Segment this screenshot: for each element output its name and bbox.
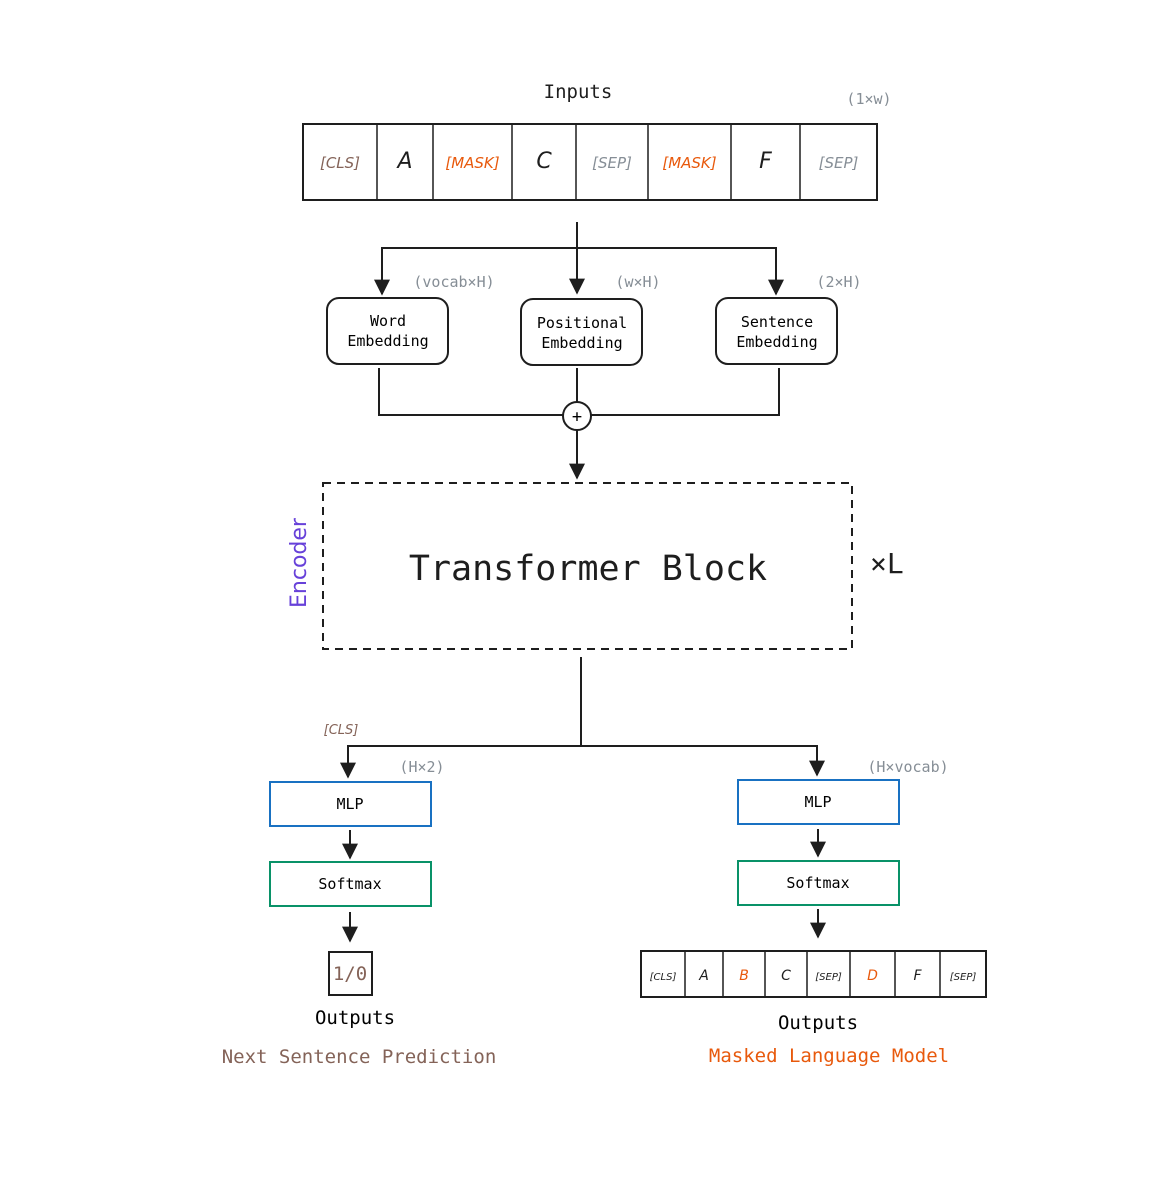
mlm-output-row-frame <box>640 950 987 998</box>
input-token: [MASK] <box>662 154 716 172</box>
nsp-task-label: Next Sentence Prediction <box>222 1046 497 1068</box>
sentence-embedding-label-2: Embedding <box>736 333 817 351</box>
mlm-mlp-label: MLP <box>804 793 831 811</box>
bert-diagram: Inputs (1×w) [CLS] A [MASK] C [SEP] [MASK] F [S… <box>222 81 987 1068</box>
input-token: [MASK] <box>445 154 499 172</box>
nsp-dim: (H×2) <box>399 758 444 776</box>
plus-icon: + <box>572 407 582 427</box>
mlm-output-token: B <box>739 968 749 984</box>
input-token-row: [CLS] A [MASK] C [SEP] [MASK] F [SEP] <box>302 123 878 201</box>
mlm-mlp-box: MLP <box>737 779 900 825</box>
input-token: F <box>759 149 772 174</box>
input-token: A <box>395 149 412 174</box>
mlm-output-token-row: [CLS] A B C [SEP] D F [SEP] <box>640 950 987 998</box>
sum-node: + <box>562 401 592 431</box>
sentence-embedding-label-1: Sentence <box>741 313 813 331</box>
inputs-title: Inputs <box>544 81 613 103</box>
mlm-output-token: [CLS] <box>650 972 677 983</box>
word-embedding-box: Word Embedding (vocab×H) <box>326 273 495 365</box>
transformer-block-label: Transformer Block <box>409 549 767 589</box>
nsp-outputs-label: Outputs <box>315 1007 395 1029</box>
mlm-output-token: D <box>867 968 878 984</box>
input-row-frame <box>302 123 878 201</box>
positional-embedding-dim: (w×H) <box>615 273 660 291</box>
word-embedding-label-2: Embedding <box>347 332 428 350</box>
word-embedding-label-1: Word <box>370 312 406 330</box>
sentence-embedding-dim: (2×H) <box>816 273 861 291</box>
mlm-softmax-box: Softmax <box>737 860 900 906</box>
mlm-task-label: Masked Language Model <box>709 1045 949 1067</box>
nsp-mlp-label: MLP <box>336 795 363 813</box>
nsp-softmax-box: Softmax <box>269 861 432 907</box>
input-token: [SEP] <box>819 154 859 172</box>
input-token: C <box>536 149 552 174</box>
word-embedding-dim: (vocab×H) <box>413 273 494 291</box>
mlm-output-token: A <box>698 968 709 984</box>
input-token: [CLS] <box>320 154 360 172</box>
mlm-output-token: [SEP] <box>815 972 842 983</box>
positional-embedding-label-2: Embedding <box>541 334 622 352</box>
mlm-outputs-label: Outputs <box>778 1012 858 1034</box>
inputs-dim: (1×w) <box>846 90 891 108</box>
mlm-output-token: [SEP] <box>950 972 977 983</box>
sentence-embedding-box: Sentence Embedding (2×H) <box>715 273 862 365</box>
encoder-label: Encoder <box>287 517 312 608</box>
nsp-output-box: 1/0 <box>328 951 373 996</box>
positional-embedding-box: Positional Embedding (w×H) <box>520 273 661 366</box>
nsp-mlp-box: MLP <box>269 781 432 827</box>
mlm-softmax-label: Softmax <box>786 874 849 892</box>
input-token: [SEP] <box>592 154 632 172</box>
mlm-output-token: C <box>781 968 791 984</box>
nsp-output-value: 1/0 <box>333 963 367 985</box>
nsp-cls-label: [CLS] <box>324 723 359 738</box>
mlm-dim: (H×vocab) <box>867 758 948 776</box>
nsp-softmax-label: Softmax <box>318 875 381 893</box>
positional-embedding-label-1: Positional <box>537 314 627 332</box>
layer-repeat-label: ×L <box>870 547 904 580</box>
mlm-output-token: F <box>913 968 922 984</box>
